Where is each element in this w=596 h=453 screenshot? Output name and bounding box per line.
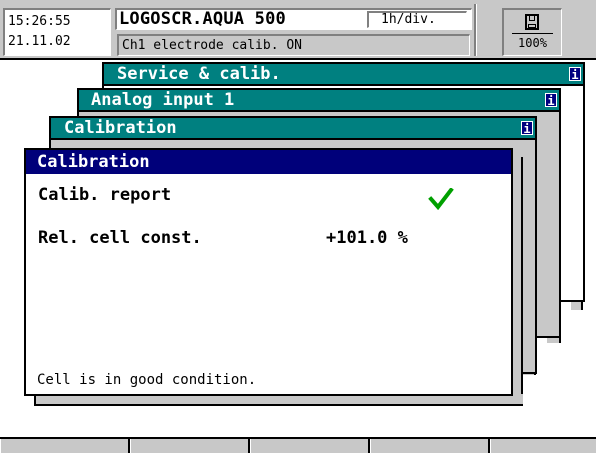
time-text: 15:26:55 [8,14,71,29]
cell-const-label: Rel. cell const. [38,228,202,248]
menu-title-calibration: Calibration [64,118,177,138]
device-screen: 15:26:55 21.11.02 LOGOSCR.AQUA 500 1h/di… [0,0,596,453]
header-divider [474,4,477,56]
memory-indicator: 100% [502,8,562,56]
info-icon[interactable]: i [521,121,533,136]
menu-title-analog-input-1: Analog input 1 [91,90,235,110]
date-text: 21.11.02 [8,34,71,49]
memory-card-icon [525,14,539,30]
status-message-text: Cell is in good condition. [37,372,257,388]
time-division-setting[interactable]: 1h/div. [367,11,467,28]
menu-title-bar[interactable]: Calibration i [51,118,535,140]
menu-title-service-calib: Service & calib. [117,64,281,84]
softkey-2[interactable] [130,439,250,453]
status-bar: 15:26:55 21.11.02 LOGOSCR.AQUA 500 1h/di… [0,0,596,60]
memory-percent: 100% [504,33,561,51]
info-icon[interactable]: i [545,93,557,108]
menu-title-bar[interactable]: Service & calib. i [104,64,583,86]
date-time-display: 15:26:55 21.11.02 [3,8,111,56]
dialog-title: Calibration [26,150,511,174]
menu-title-bar[interactable]: Analog input 1 i [79,90,559,112]
instrument-name: LOGOSCR.AQUA 500 [119,9,286,29]
softkey-1[interactable] [0,439,130,453]
calib-report-label[interactable]: Calib. report [38,185,171,205]
softkey-4[interactable] [370,439,490,453]
cell-const-value: +101.0 % [326,228,408,248]
softkey-bar [0,437,596,453]
softkey-3[interactable] [250,439,370,453]
calibration-dialog: Calibration Calib. report Rel. cell cons… [24,148,513,396]
softkey-5[interactable] [490,439,596,453]
info-icon[interactable]: i [569,67,581,82]
status-message: Ch1 electrode calib. ON [117,34,470,56]
instrument-header: LOGOSCR.AQUA 500 1h/div. [115,8,472,30]
green-checkmark-icon [428,188,454,210]
